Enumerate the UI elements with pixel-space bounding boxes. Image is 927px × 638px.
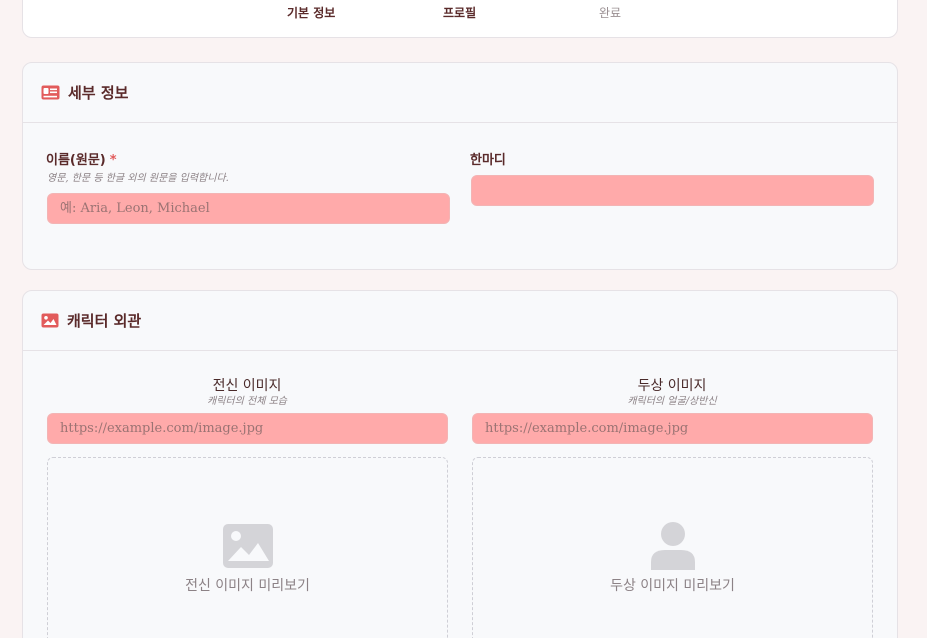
full-body-preview-text: 전신 이미지 미리보기 bbox=[185, 578, 310, 594]
quote-label: 한마디 bbox=[470, 153, 506, 168]
image-icon bbox=[41, 313, 59, 328]
character-appearance-section: 캐릭터 외관 전신 이미지 캐릭터의 전체 모습 전신 이미지 미리보기 두상 … bbox=[22, 290, 898, 638]
image-placeholder-icon bbox=[222, 524, 273, 572]
detail-info-header: 세부 정보 bbox=[23, 63, 897, 123]
appearance-header: 캐릭터 외관 bbox=[23, 291, 897, 351]
step-basic-info[interactable]: 기본 정보 bbox=[287, 4, 335, 21]
detail-info-section: 세부 정보 이름(원문) * 영문, 한문 등 한글 외의 원문을 입력합니다. … bbox=[22, 62, 898, 270]
quote-input[interactable] bbox=[471, 175, 874, 206]
detail-info-title: 세부 정보 bbox=[68, 84, 129, 102]
progress-steps: 기본 정보 프로필 완료 bbox=[22, 0, 898, 38]
name-original-hint: 영문, 한문 등 한글 외의 원문을 입력합니다. bbox=[47, 173, 229, 184]
name-original-label-text: 이름(원문) bbox=[46, 153, 106, 168]
full-body-image-preview: 전신 이미지 미리보기 bbox=[47, 457, 448, 638]
name-original-label: 이름(원문) * bbox=[46, 149, 117, 168]
full-body-image-url-input[interactable] bbox=[47, 413, 448, 444]
bust-preview-text: 두상 이미지 미리보기 bbox=[610, 578, 735, 594]
id-card-icon bbox=[41, 85, 60, 100]
bust-image-url-input[interactable] bbox=[472, 413, 873, 444]
user-placeholder-icon bbox=[650, 522, 695, 574]
bust-image-preview: 두상 이미지 미리보기 bbox=[472, 457, 873, 638]
appearance-title: 캐릭터 외관 bbox=[67, 312, 142, 330]
step-complete[interactable]: 완료 bbox=[599, 4, 621, 21]
full-body-image-hint: 캐릭터의 전체 모습 bbox=[207, 396, 287, 407]
name-original-input[interactable] bbox=[47, 193, 450, 224]
bust-image-hint: 캐릭터의 얼굴/상반신 bbox=[627, 396, 717, 407]
step-profile[interactable]: 프로필 bbox=[443, 4, 476, 21]
required-mark: * bbox=[109, 153, 117, 168]
